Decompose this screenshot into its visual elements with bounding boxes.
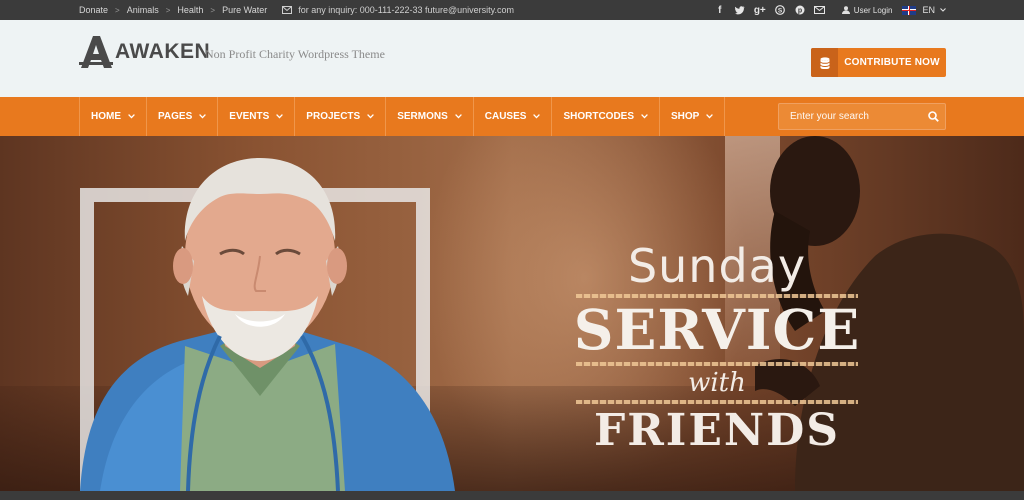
nav-item-sermons[interactable]: SERMONS (386, 97, 474, 136)
top-link-pure-water[interactable]: Pure Water (222, 5, 267, 15)
site-logo[interactable]: AWAKEN (79, 34, 210, 70)
link-separator: > (210, 5, 216, 15)
contribute-now-button[interactable]: CONTRIBUTE NOW (811, 48, 946, 77)
chevron-down-icon (706, 114, 714, 119)
link-separator: > (115, 5, 120, 15)
social-links: f g+ S p (708, 0, 828, 20)
bottom-strip (0, 491, 1024, 500)
hero-line-friends: FRIENDS (593, 405, 841, 456)
chevron-down-icon (641, 114, 648, 119)
hero-line-sunday: Sunday (627, 239, 807, 293)
nav-item-label: PROJECTS (306, 111, 361, 122)
nav-item-home[interactable]: HOME (79, 97, 147, 136)
top-bar-left: Donate > Animals > Health > Pure Water f… (79, 0, 514, 20)
uk-flag-icon (902, 5, 917, 15)
nav-item-shortcodes[interactable]: SHORTCODES (552, 97, 661, 136)
nav-item-shop[interactable]: SHOP (660, 97, 726, 136)
nav-item-events[interactable]: EVENTS (218, 97, 296, 136)
pinterest-icon[interactable]: p (792, 0, 808, 20)
user-login-label: User Login (853, 5, 893, 15)
nav-item-label: SHORTCODES (563, 111, 635, 122)
skype-icon[interactable]: S (772, 0, 788, 20)
nav-item-label: HOME (91, 111, 121, 122)
language-label: EN (922, 5, 935, 15)
user-icon (841, 6, 850, 14)
svg-text:p: p (798, 8, 802, 15)
hero-line-with: with (688, 368, 746, 398)
hero-line-service: SERVICE (573, 297, 861, 362)
top-link-donate[interactable]: Donate (79, 5, 108, 15)
svg-text:S: S (778, 7, 783, 14)
email-icon[interactable] (812, 0, 828, 20)
hero-banner: Sunday SERVICE with FRIENDS (0, 136, 1024, 491)
chevron-down-icon (940, 8, 946, 12)
user-login-link[interactable]: User Login (841, 5, 893, 15)
search-input[interactable] (779, 104, 922, 129)
inquiry-contact: for any inquiry: 000-111-222-33 future@u… (282, 5, 514, 15)
nav-item-label: EVENTS (229, 111, 270, 122)
chevron-down-icon (533, 114, 541, 119)
nav-item-label: SHOP (671, 111, 700, 122)
twitter-icon[interactable] (732, 0, 748, 20)
language-selector[interactable]: EN (902, 5, 946, 15)
nav-item-label: CAUSES (484, 111, 527, 122)
chevron-down-icon (199, 114, 207, 119)
nav-item-label: PAGES (158, 111, 193, 122)
envelope-icon (282, 6, 293, 14)
nav-item-label: SERMONS (397, 111, 448, 122)
logo-text: AWAKEN (115, 40, 211, 63)
top-bar: Donate > Animals > Health > Pure Water f… (0, 0, 1024, 20)
site-header: AWAKEN Non Profit Charity Wordpress Them… (0, 20, 1024, 97)
smiling-man-image (80, 158, 455, 491)
chevron-down-icon (367, 114, 375, 119)
hero-divider (576, 362, 858, 366)
nav-item-pages[interactable]: PAGES (147, 97, 219, 136)
nav-item-projects[interactable]: PROJECTS (295, 97, 387, 136)
top-link-health[interactable]: Health (177, 5, 203, 15)
nav-menu: HOME PAGES EVENTS PROJECTS SERMONS CAUSE… (79, 97, 726, 136)
facebook-icon[interactable]: f (712, 0, 728, 20)
search-icon (928, 111, 939, 122)
main-nav: HOME PAGES EVENTS PROJECTS SERMONS CAUSE… (0, 97, 1024, 136)
contribute-now-label: CONTRIBUTE NOW (844, 57, 940, 68)
google-plus-icon[interactable]: g+ (752, 0, 768, 20)
inquiry-text: for any inquiry: 000-111-222-33 future@u… (298, 5, 515, 15)
chevron-down-icon (454, 114, 462, 119)
hero-divider (576, 400, 858, 404)
search-box (778, 103, 946, 130)
logo-mark-icon (79, 36, 113, 68)
hero-headline: Sunday SERVICE with FRIENDS (572, 241, 862, 455)
chevron-down-icon (128, 114, 135, 119)
top-link-animals[interactable]: Animals (127, 5, 159, 15)
top-bar-right: f g+ S p User Login EN (708, 0, 946, 20)
chevron-down-icon (276, 114, 284, 119)
link-separator: > (165, 5, 171, 15)
site-tagline: Non Profit Charity Wordpress Theme (205, 47, 385, 61)
search-button[interactable] (922, 104, 945, 129)
coins-icon (811, 48, 838, 77)
nav-item-causes[interactable]: CAUSES (474, 97, 553, 136)
